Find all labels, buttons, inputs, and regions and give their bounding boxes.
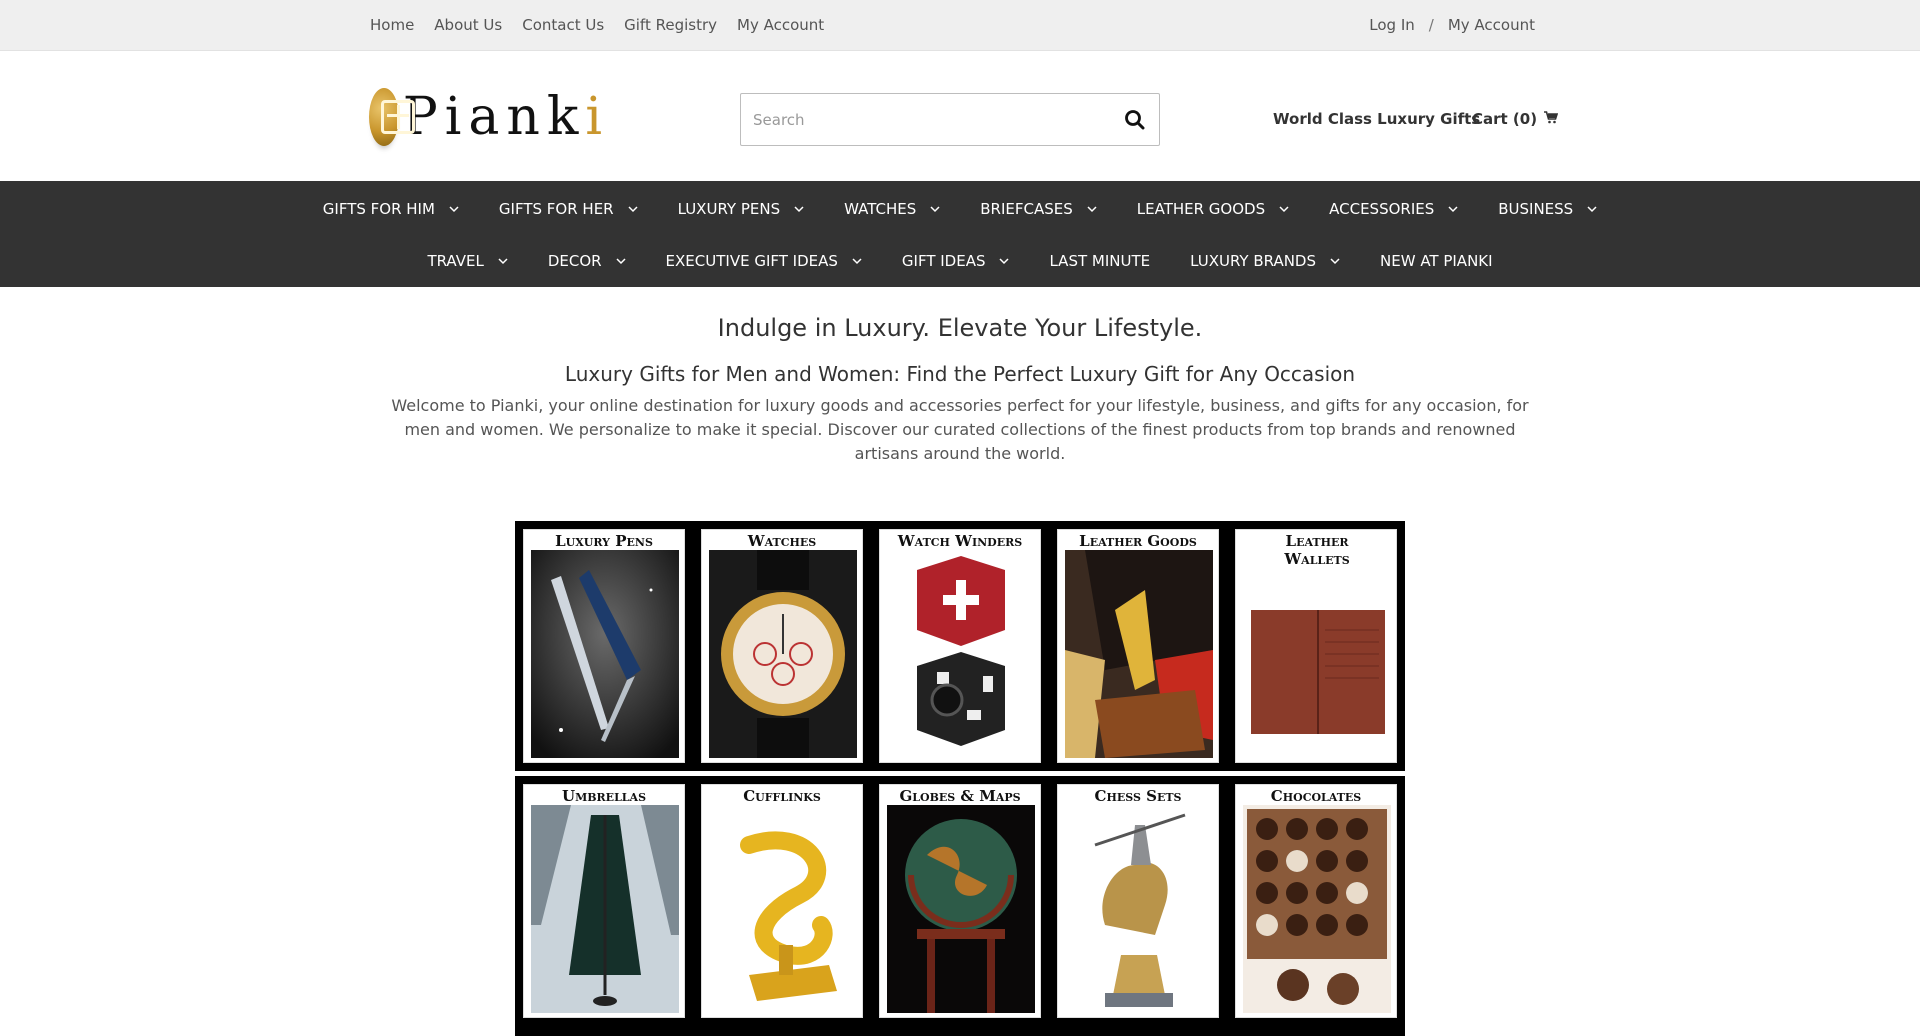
nav-item-briefcases[interactable]: BRIEFCASES [960,197,1117,221]
my-account-link[interactable]: My Account [1448,16,1535,34]
nav-item-executive-gift-ideas[interactable]: EXECUTIVE GIFT IDEAS [646,249,882,273]
category-grid-row-1: Luxury Pens Watches Watch Winders Leathe… [515,521,1405,771]
top-link-about-us[interactable]: About Us [434,16,502,34]
nav-item-business[interactable]: BUSINESS [1478,197,1617,221]
category-tile-umbrellas[interactable]: Umbrellas [523,784,685,1018]
leather-goods-image [1065,550,1213,758]
chevron-down-icon [1330,258,1340,265]
cart-label: Cart (0) [1472,110,1538,128]
chevron-down-icon [794,206,804,213]
nav-item-watches[interactable]: WATCHES [824,197,960,221]
category-tile-luxury-pens[interactable]: Luxury Pens [523,529,685,763]
category-tile-leather-goods[interactable]: Leather Goods [1057,529,1219,763]
cart-icon [1544,110,1559,128]
nav-item-accessories[interactable]: ACCESSORIES [1309,197,1478,221]
globe-image [887,805,1035,1013]
category-label: Globes & Maps [899,787,1021,805]
nav-item-luxury-brands[interactable]: LUXURY BRANDS [1170,249,1360,273]
category-label: Chess Sets [1094,787,1182,805]
top-links: Home About Us Contact Us Gift Registry M… [370,16,844,34]
luxury-pen-image [531,550,679,758]
watch-image [709,550,857,758]
watch-winder-image [887,550,1035,758]
nav-item-last-minute[interactable]: LAST MINUTE [1029,249,1170,273]
search-input[interactable] [753,108,1093,132]
chess-piece-image [1065,805,1213,1013]
top-utility-bar: Home About Us Contact Us Gift Registry M… [0,0,1920,51]
category-label: Watch Winders [897,532,1023,550]
cart-button[interactable]: Cart (0) [1472,110,1559,128]
top-link-my-account[interactable]: My Account [737,16,824,34]
nav-item-travel[interactable]: TRAVEL [407,249,527,273]
chevron-down-icon [1087,206,1097,213]
category-grid-row-2: Umbrellas Cufflinks Globes & Maps Chess … [515,776,1405,1036]
nav-item-leather-goods[interactable]: LEATHER GOODS [1117,197,1309,221]
chevron-down-icon [1279,206,1289,213]
nav-row-2: TRAVEL DECOR EXECUTIVE GIFT IDEAS GIFT I… [0,249,1920,273]
account-links: Log In / My Account [1369,16,1535,34]
category-label: Cufflinks [743,787,821,805]
top-link-home[interactable]: Home [370,16,414,34]
page-heading: Indulge in Luxury. Elevate Your Lifestyl… [717,314,1203,342]
nav-item-gift-ideas[interactable]: GIFT IDEAS [882,249,1030,273]
tagline: World Class Luxury Gifts [1273,110,1481,128]
chevron-down-icon [999,258,1010,265]
nav-row-1: GIFTS FOR HIM GIFTS FOR HER LUXURY PENS … [0,197,1920,221]
chocolates-image [1243,805,1391,1013]
category-label: Leather Goods [1079,532,1197,550]
search-icon[interactable] [1123,108,1147,132]
category-label: Luxury Pens [555,532,653,550]
leather-wallet-image [1243,570,1391,758]
category-label: Watches [747,532,817,550]
site-logo[interactable]: Pianki [369,79,609,155]
cufflink-image [709,805,857,1013]
chevron-down-icon [1448,206,1458,213]
account-separator: / [1428,16,1434,34]
category-tile-globes-maps[interactable]: Globes & Maps [879,784,1041,1018]
category-tile-leather-wallets[interactable]: Leather Wallets [1235,529,1397,763]
main-navigation: GIFTS FOR HIM GIFTS FOR HER LUXURY PENS … [0,181,1920,287]
logo-emblem-icon [369,88,415,146]
category-label: Umbrellas [561,787,647,805]
nav-item-gifts-for-him[interactable]: GIFTS FOR HIM [303,197,479,221]
site-header: Pianki World Class Luxury Gifts Cart (0) [0,52,1920,181]
nav-item-decor[interactable]: DECOR [528,249,646,273]
category-tile-chess-sets[interactable]: Chess Sets [1057,784,1219,1018]
top-link-contact-us[interactable]: Contact Us [522,16,604,34]
search-box [740,93,1160,146]
category-tile-chocolates[interactable]: Chocolates [1235,784,1397,1018]
login-link[interactable]: Log In [1369,16,1415,34]
category-tile-watches[interactable]: Watches [701,529,863,763]
chevron-down-icon [449,206,459,213]
nav-item-luxury-pens[interactable]: LUXURY PENS [658,197,825,221]
category-label: Chocolates [1270,787,1362,805]
category-label: Leather Wallets [1284,532,1350,568]
category-tile-watch-winders[interactable]: Watch Winders [879,529,1041,763]
chevron-down-icon [498,258,508,265]
logo-text: Pianki [402,87,609,147]
chevron-down-icon [616,258,626,265]
top-link-gift-registry[interactable]: Gift Registry [624,16,717,34]
chevron-down-icon [628,206,638,213]
category-tile-cufflinks[interactable]: Cufflinks [701,784,863,1018]
chevron-down-icon [930,206,940,213]
nav-item-new-at-pianki[interactable]: NEW AT PIANKI [1360,249,1513,273]
chevron-down-icon [852,258,862,265]
intro-paragraph: Welcome to Pianki, your online destinati… [391,396,1529,463]
chevron-down-icon [1587,206,1597,213]
umbrella-image [531,805,679,1013]
nav-item-gifts-for-her[interactable]: GIFTS FOR HER [479,197,658,221]
page-subheading: Luxury Gifts for Men and Women: Find the… [564,362,1356,386]
